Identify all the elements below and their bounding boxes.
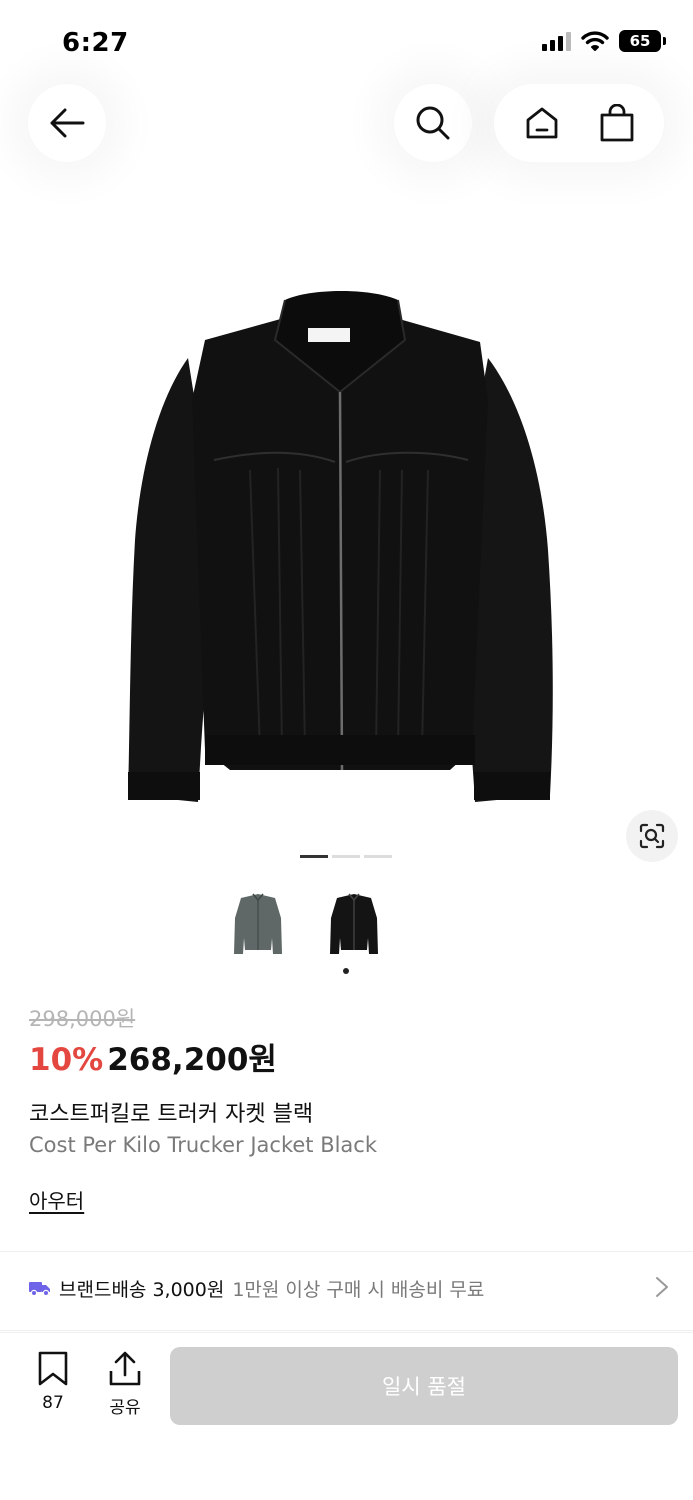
price-row: 10% 268,200원 bbox=[29, 1034, 277, 1079]
pager-dot[interactable] bbox=[300, 855, 328, 858]
thumbnail-grey[interactable] bbox=[226, 888, 290, 960]
discount-rate: 10% bbox=[29, 1042, 104, 1078]
selected-thumbnail-indicator bbox=[343, 968, 349, 974]
home-button[interactable] bbox=[512, 93, 572, 153]
grey-jacket-thumbnail bbox=[234, 893, 282, 954]
bookmark-icon bbox=[38, 1351, 68, 1386]
shipping-fee: 브랜드배송 3,000원 bbox=[59, 1278, 225, 1301]
shipping-info-row[interactable]: 브랜드배송 3,000원 1만원 이상 구매 시 배송비 무료 bbox=[29, 1266, 669, 1310]
battery-level: 65 bbox=[629, 32, 651, 50]
soldout-button[interactable]: 일시 품절 bbox=[170, 1347, 678, 1425]
divider bbox=[0, 1251, 693, 1252]
black-jacket-thumbnail bbox=[330, 893, 378, 954]
search-button[interactable] bbox=[394, 84, 472, 162]
search-icon bbox=[416, 106, 450, 140]
lens-scan-icon bbox=[639, 823, 665, 849]
product-title-ko: 코스트퍼킬로 트러커 자켓 블랙 bbox=[29, 1102, 314, 1127]
cart-button[interactable] bbox=[587, 93, 647, 153]
status-icons: 65 bbox=[542, 30, 666, 52]
bookmark-count: 87 bbox=[42, 1393, 64, 1413]
signal-icon bbox=[542, 31, 571, 51]
product-title-en: Cost Per Kilo Trucker Jacket Black bbox=[29, 1133, 378, 1157]
thumbnail-black[interactable] bbox=[322, 888, 386, 960]
home-icon bbox=[526, 107, 557, 139]
bottom-action-bar: 87 공유 일시 품절 bbox=[0, 1332, 693, 1500]
chevron-right-icon bbox=[656, 1277, 668, 1297]
shipping-note: 1만원 이상 구매 시 배송비 무료 bbox=[232, 1278, 485, 1301]
category-link[interactable]: 아우터 bbox=[29, 1185, 84, 1214]
arrow-left-icon bbox=[50, 108, 85, 138]
share-icon bbox=[109, 1351, 141, 1386]
share-button[interactable]: 공유 bbox=[100, 1351, 150, 1418]
truck-icon bbox=[29, 1282, 50, 1296]
back-button[interactable] bbox=[28, 84, 106, 162]
status-time: 6:27 bbox=[62, 28, 129, 58]
image-search-button[interactable] bbox=[626, 810, 678, 862]
pager-dot[interactable] bbox=[332, 855, 360, 858]
pager-dot[interactable] bbox=[364, 855, 392, 858]
shopping-bag-icon bbox=[600, 104, 633, 142]
wifi-icon bbox=[581, 31, 609, 51]
bookmark-button[interactable]: 87 bbox=[30, 1351, 76, 1413]
share-label: 공유 bbox=[109, 1398, 141, 1418]
original-price: 298,000원 bbox=[29, 1007, 136, 1031]
divider bbox=[0, 1330, 693, 1331]
sale-price: 268,200원 bbox=[107, 1042, 277, 1078]
battery-icon: 65 bbox=[619, 30, 666, 52]
product-image[interactable] bbox=[110, 280, 570, 820]
image-pager bbox=[300, 855, 392, 858]
status-bar: 6:27 65 bbox=[0, 0, 693, 88]
nav-pill bbox=[494, 84, 664, 162]
color-thumbnails bbox=[226, 888, 386, 960]
